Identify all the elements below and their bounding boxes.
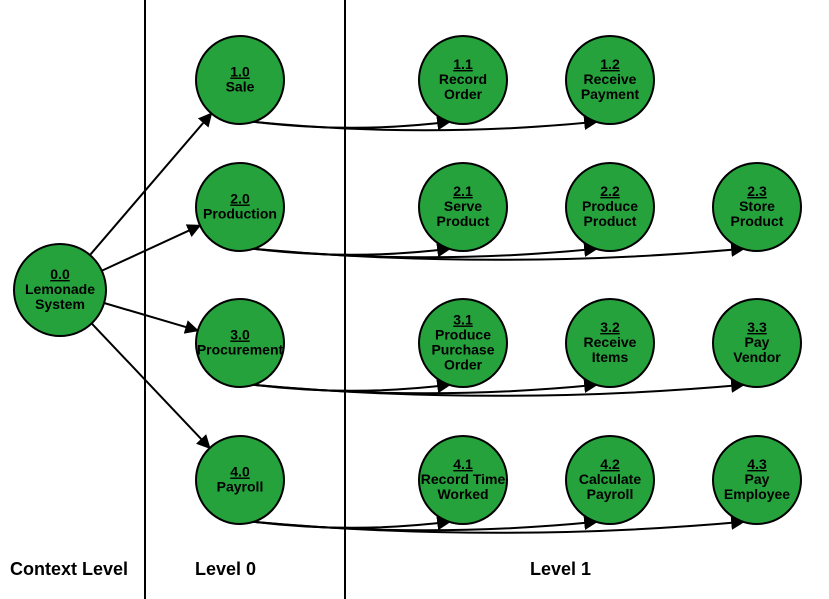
svg-text:3.0: 3.0 [230, 327, 250, 343]
svg-text:Produce: Produce [435, 327, 491, 343]
node-4-2: 4.2CalculatePayroll [566, 436, 654, 524]
node-2-2: 2.2ProduceProduct [566, 163, 654, 251]
node-1-0: 1.0Sale [196, 36, 284, 124]
svg-text:4.1: 4.1 [453, 456, 473, 472]
level-context-label: Context Level [10, 559, 128, 579]
svg-text:0.0: 0.0 [50, 266, 70, 282]
svg-text:Receive: Receive [584, 71, 637, 87]
dfd-diagram: 0.0LemonadeSystem1.0Sale1.1RecordOrder1.… [0, 0, 829, 599]
svg-text:Product: Product [437, 213, 490, 229]
svg-text:Vendor: Vendor [733, 349, 781, 365]
svg-text:Payment: Payment [581, 86, 640, 102]
level-0-label: Level 0 [195, 559, 256, 579]
svg-text:4.3: 4.3 [747, 456, 767, 472]
svg-text:2.3: 2.3 [747, 183, 767, 199]
svg-text:Calculate: Calculate [579, 471, 641, 487]
node-root: 0.0LemonadeSystem [14, 244, 106, 336]
svg-text:1.0: 1.0 [230, 64, 250, 80]
node-1-1: 1.1RecordOrder [419, 36, 507, 124]
svg-text:Produce: Produce [582, 198, 638, 214]
svg-text:Product: Product [584, 213, 637, 229]
svg-text:Worked: Worked [437, 486, 488, 502]
svg-text:Record: Record [439, 71, 487, 87]
svg-text:Production: Production [203, 206, 277, 222]
svg-text:Payroll: Payroll [587, 486, 634, 502]
svg-text:Purchase: Purchase [431, 342, 494, 358]
svg-text:Order: Order [444, 357, 483, 373]
svg-text:Record Time: Record Time [421, 471, 506, 487]
svg-text:Order: Order [444, 86, 483, 102]
svg-text:4.0: 4.0 [230, 464, 250, 480]
svg-text:System: System [35, 296, 85, 312]
node-4-3: 4.3PayEmployee [713, 436, 801, 524]
node-2-0: 2.0Production [196, 163, 284, 251]
node-3-3: 3.3PayVendor [713, 299, 801, 387]
node-2-1: 2.1ServeProduct [419, 163, 507, 251]
svg-text:Pay: Pay [745, 334, 770, 350]
svg-text:Serve: Serve [444, 198, 482, 214]
node-4-1: 4.1Record TimeWorked [419, 436, 507, 524]
node-2-3: 2.3StoreProduct [713, 163, 801, 251]
svg-text:Items: Items [592, 349, 629, 365]
level-1-label: Level 1 [530, 559, 591, 579]
svg-text:Receive: Receive [584, 334, 637, 350]
svg-text:2.0: 2.0 [230, 191, 250, 207]
svg-text:Lemonade: Lemonade [25, 281, 95, 297]
svg-text:1.2: 1.2 [600, 56, 620, 72]
svg-text:2.2: 2.2 [600, 183, 620, 199]
nodes: 0.0LemonadeSystem1.0Sale1.1RecordOrder1.… [14, 36, 801, 524]
svg-text:Product: Product [731, 213, 784, 229]
svg-text:Payroll: Payroll [217, 479, 264, 495]
svg-text:Procurement: Procurement [197, 342, 284, 358]
svg-text:2.1: 2.1 [453, 183, 473, 199]
svg-text:Store: Store [739, 198, 775, 214]
node-3-2: 3.2ReceiveItems [566, 299, 654, 387]
svg-text:Employee: Employee [724, 486, 790, 502]
node-3-0: 3.0Procurement [196, 299, 284, 387]
svg-text:3.1: 3.1 [453, 312, 473, 328]
svg-text:3.3: 3.3 [747, 319, 767, 335]
svg-text:4.2: 4.2 [600, 456, 620, 472]
svg-text:3.2: 3.2 [600, 319, 620, 335]
node-3-1: 3.1ProducePurchaseOrder [419, 299, 507, 387]
svg-text:Pay: Pay [745, 471, 770, 487]
node-4-0: 4.0Payroll [196, 436, 284, 524]
svg-text:1.1: 1.1 [453, 56, 473, 72]
node-1-2: 1.2ReceivePayment [566, 36, 654, 124]
svg-text:Sale: Sale [226, 79, 255, 95]
